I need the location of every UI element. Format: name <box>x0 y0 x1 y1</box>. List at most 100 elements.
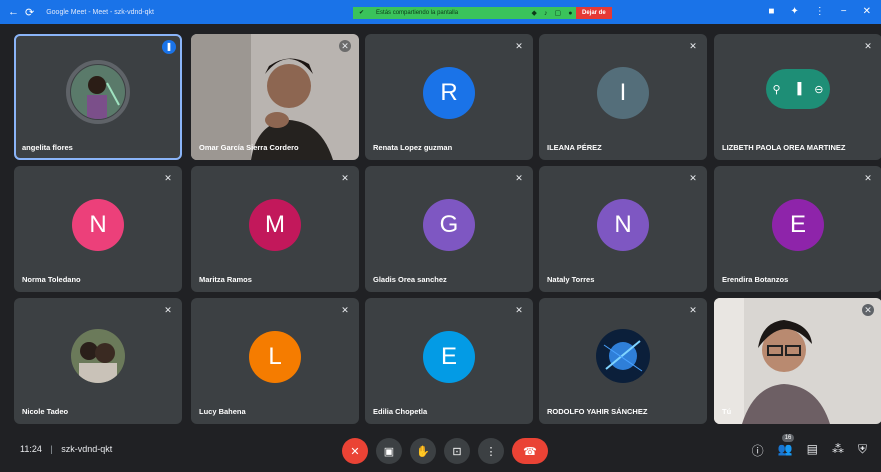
more-vertical-icon: ⋮ <box>485 445 497 458</box>
leave-call-button[interactable]: ☎ <box>512 438 548 464</box>
share-icon: ✔ <box>359 10 365 16</box>
participant-tile[interactable]: L ✕ Lucy Bahena <box>191 298 359 424</box>
hand-icon: ✋ <box>416 445 430 458</box>
host-controls-icon[interactable]: ⛨ <box>858 442 867 459</box>
people-button[interactable]: 👥 16 <box>777 434 795 459</box>
participant-name: LIZBETH PAOLA OREA MARTINEZ <box>722 143 846 152</box>
more-vertical-icon[interactable]: ⋮ <box>815 6 825 17</box>
chat-icon[interactable]: ▤ <box>807 442 818 459</box>
participant-name: Maritza Ramos <box>199 275 252 284</box>
nav-group: ← ⟳ Google Meet - Meet - szk-vdnd-qkt <box>0 6 154 19</box>
present-button[interactable]: ⊡ <box>444 438 470 464</box>
info-icon[interactable]: ⓘ <box>752 442 764 459</box>
participant-tile[interactable]: ✕ RODOLFO YAHIR SÁNCHEZ <box>539 298 707 424</box>
minimize-icon[interactable]: − <box>841 6 847 17</box>
settings-icon[interactable]: ● <box>568 10 572 17</box>
mic-off-icon: ✕ <box>515 41 523 51</box>
activities-icon[interactable]: ⁂ <box>832 442 844 459</box>
present-icon: ⊡ <box>452 445 462 458</box>
participant-tile[interactable]: N ✕ Nataly Torres <box>539 166 707 292</box>
self-view-tile[interactable]: ✕ Tú <box>714 298 881 424</box>
avatar: N <box>597 199 649 251</box>
avatar <box>71 329 125 383</box>
call-controls: ✕ ▣ ✋ ⊡ ⋮ ☎ <box>342 438 548 464</box>
share-banner-text: Estás compartiendo la pantalla <box>376 10 459 16</box>
participant-tile[interactable]: ❚ angelita flores <box>14 34 182 160</box>
participant-name: angelita flores <box>22 143 73 152</box>
mic-toggle-button[interactable]: ✕ <box>342 438 368 464</box>
participant-tile[interactable]: I ✕ ILEANA PÉREZ <box>539 34 707 160</box>
participant-tile[interactable]: E ✕ Edilia Chopetla <box>365 298 533 424</box>
top-right-icons: ■ ✦ ⋮ − ✕ <box>768 6 871 17</box>
participant-tile[interactable]: E ✕ Erendira Botanzos <box>714 166 881 292</box>
stop-share-button[interactable]: Dejar de <box>576 7 612 19</box>
pin-icon[interactable]: ⚲ <box>772 83 780 96</box>
meeting-code: szk-vdnd-qkt <box>61 444 113 454</box>
participant-count-badge: 16 <box>781 434 795 442</box>
participant-grid: ❚ angelita flores ✕ Omar García Sierra C… <box>14 34 881 424</box>
avatar: I <box>597 67 649 119</box>
window-title: Google Meet - Meet - szk-vdnd-qkt <box>46 8 154 16</box>
refresh-icon[interactable]: ⟳ <box>25 6 34 19</box>
separator: | <box>50 444 53 454</box>
mic-off-icon: ✕ <box>164 305 172 315</box>
avatar: L <box>249 331 301 383</box>
participant-name: Edilia Chopetla <box>373 407 428 416</box>
side-tools: ⓘ 👥 16 ▤ ⁂ ⛨ <box>752 434 867 459</box>
participant-tile[interactable]: N ✕ Norma Toledano <box>14 166 182 292</box>
participant-name: Nicole Tadeo <box>22 407 69 416</box>
mic-off-icon: ✕ <box>164 173 172 183</box>
mic-off-icon: ✕ <box>689 41 697 51</box>
audio-activity-icon: ❚ <box>162 40 176 54</box>
meeting-info: 11:24 | szk-vdnd-qkt <box>20 444 112 454</box>
back-arrow-icon[interactable]: ← <box>8 6 19 18</box>
participant-name: Gladis Orea sanchez <box>373 275 447 284</box>
hang-up-icon: ☎ <box>523 445 537 458</box>
camera-toggle-button[interactable]: ▣ <box>376 438 402 464</box>
participant-tile[interactable]: ✕ Nicole Tadeo <box>14 298 182 424</box>
people-icon: 👥 <box>777 442 793 456</box>
camera-icon[interactable]: ▢ <box>555 9 562 17</box>
close-icon[interactable]: ✕ <box>863 6 871 17</box>
mic-off-icon: ✕ <box>864 41 872 51</box>
raise-hand-button[interactable]: ✋ <box>410 438 436 464</box>
pin-top-icon[interactable]: ✦ <box>790 6 798 17</box>
participant-name: Renata Lopez guzman <box>373 143 453 152</box>
stop-share-label: Dejar de <box>582 10 606 16</box>
share-banner-icons: ◆ ♪ ▢ ● <box>528 7 576 19</box>
mute-icon[interactable]: ▐ <box>794 83 802 95</box>
avatar: G <box>423 199 475 251</box>
participant-name: Lucy Bahena <box>199 407 246 416</box>
avatar: E <box>772 199 824 251</box>
more-options-button[interactable]: ⋮ <box>478 438 504 464</box>
mic-off-icon: ✕ <box>350 445 360 458</box>
avatar <box>596 329 650 383</box>
mic-off-icon: ✕ <box>341 173 349 183</box>
self-name-label: Tú <box>722 407 732 416</box>
camera-icon: ▣ <box>383 445 395 458</box>
camera-toggle-icon[interactable]: ■ <box>768 6 774 17</box>
participant-name: Norma Toledano <box>22 275 81 284</box>
participant-tile[interactable]: R ✕ Renata Lopez guzman <box>365 34 533 160</box>
browser-top-bar: ← ⟳ Google Meet - Meet - szk-vdnd-qkt ✔ … <box>0 0 881 24</box>
mic-off-icon: ✕ <box>515 305 523 315</box>
participant-name: Nataly Torres <box>547 275 595 284</box>
participant-tile[interactable]: ⚲ ▐ ⊖ ✕ LIZBETH PAOLA OREA MARTINEZ <box>714 34 881 160</box>
avatar: R <box>423 67 475 119</box>
participant-name: ILEANA PÉREZ <box>547 143 602 152</box>
participant-name: Omar García Sierra Cordero <box>199 143 299 152</box>
participant-tile[interactable]: M ✕ Maritza Ramos <box>191 166 359 292</box>
remove-icon[interactable]: ⊖ <box>814 83 823 96</box>
self-video <box>714 298 881 424</box>
tile-hover-controls[interactable]: ⚲ ▐ ⊖ <box>766 69 830 109</box>
avatar: M <box>249 199 301 251</box>
screen-share-banner: ✔ Estás compartiendo la pantalla ◆ ♪ ▢ ●… <box>353 7 613 19</box>
participant-tile[interactable]: G ✕ Gladis Orea sanchez <box>365 166 533 292</box>
avatar: N <box>72 199 124 251</box>
pin-icon[interactable]: ◆ <box>532 9 537 17</box>
participant-name: RODOLFO YAHIR SÁNCHEZ <box>547 407 648 416</box>
clock-time: 11:24 <box>20 444 42 454</box>
participant-tile[interactable]: ✕ Omar García Sierra Cordero <box>191 34 359 160</box>
mic-icon[interactable]: ♪ <box>544 10 548 17</box>
avatar <box>71 65 125 119</box>
